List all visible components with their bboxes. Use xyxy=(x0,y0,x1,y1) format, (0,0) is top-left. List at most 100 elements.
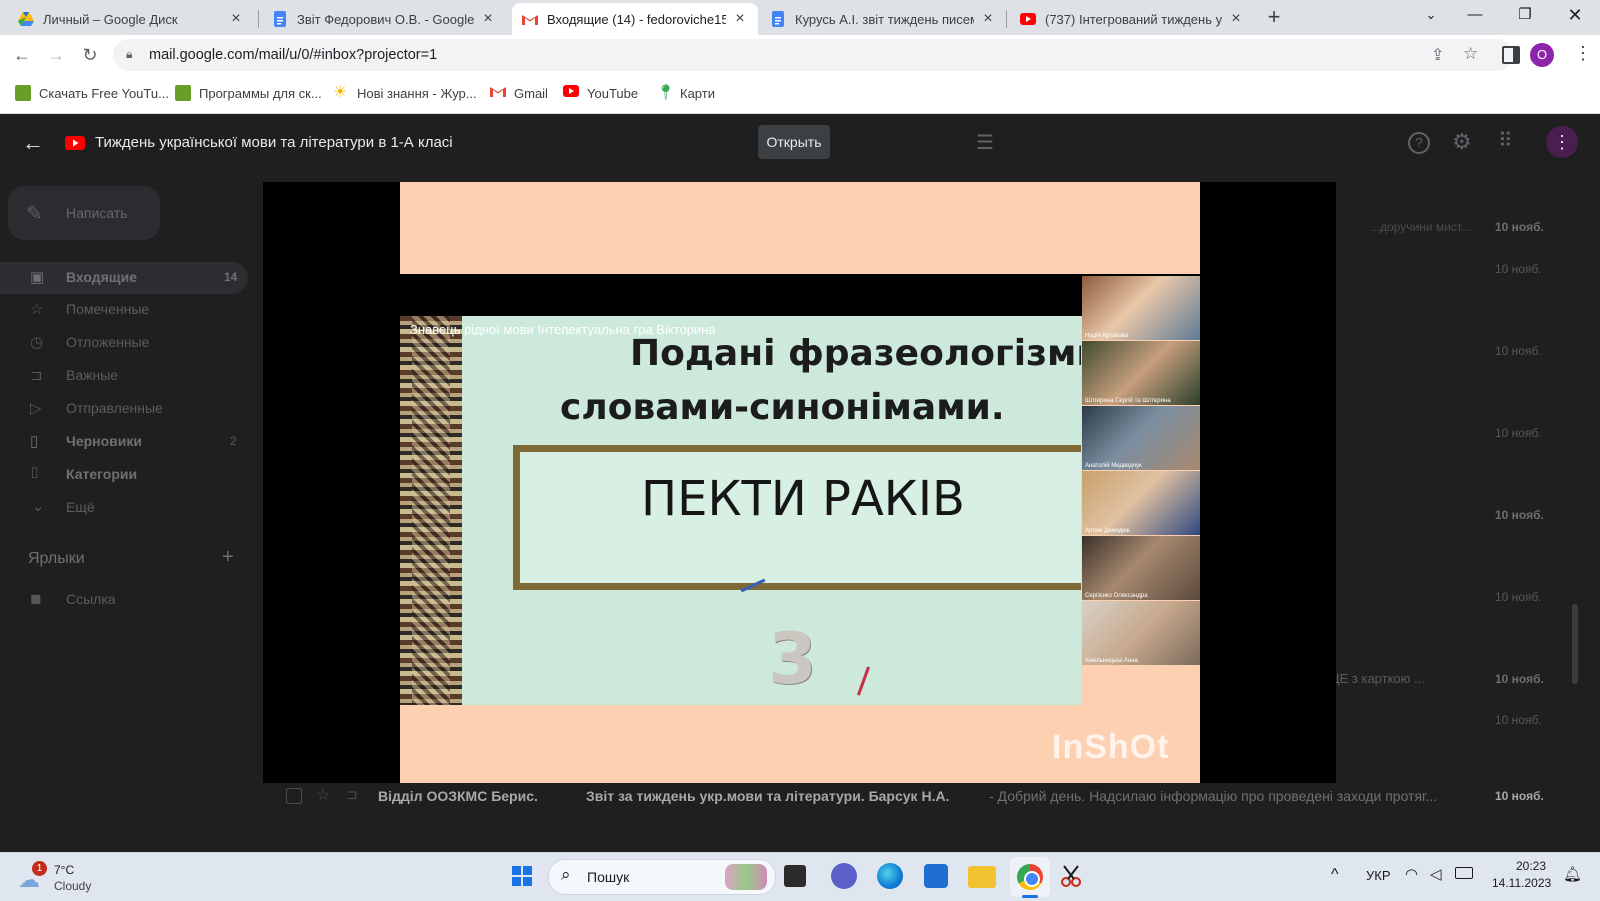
sidebar-item-snoozed[interactable]: ◷ Отложенные xyxy=(0,327,248,359)
more-options-icon[interactable]: ⋮ xyxy=(1546,126,1578,158)
battery-icon[interactable] xyxy=(1455,867,1473,879)
side-panel-icon[interactable] xyxy=(1502,46,1520,64)
google-docs-icon xyxy=(770,11,786,27)
gmail-icon xyxy=(522,11,538,27)
back-button[interactable]: ← xyxy=(10,43,34,67)
clock-date[interactable]: 14.11.2023 xyxy=(1492,876,1551,890)
tab-separator xyxy=(258,10,259,28)
edge-icon[interactable] xyxy=(877,863,903,889)
sidebar-item-drafts[interactable]: ▯ Черновики 2 xyxy=(0,426,248,458)
google-docs-icon xyxy=(272,11,288,27)
close-window-button[interactable]: ✕ xyxy=(1552,0,1598,32)
bookmark-star-icon[interactable]: ☆ xyxy=(1463,44,1478,64)
bookmark-free-youtube[interactable]: Скачать Free YouTu... xyxy=(15,85,169,101)
bookmark-youtube[interactable]: YouTube xyxy=(563,85,638,101)
phrase-text: ПЕКТИ РАКІВ xyxy=(641,471,965,527)
reload-button[interactable]: ↻ xyxy=(78,43,102,67)
sidebar-item-important[interactable]: ⊐ Важные xyxy=(0,360,248,392)
volume-icon[interactable]: ◁ xyxy=(1430,865,1442,883)
restore-button[interactable]: ❐ xyxy=(1502,0,1548,32)
language-indicator[interactable]: УКР xyxy=(1366,868,1391,883)
file-explorer-icon[interactable] xyxy=(968,866,996,888)
windows-taskbar: ☁ 1 7°C Cloudy ⌕ Пошук ^ УКР ◠ ◁ 20:23 1… xyxy=(0,852,1600,901)
important-icon[interactable]: ⊐ xyxy=(346,786,358,803)
close-tab-icon[interactable]: × xyxy=(1228,10,1244,28)
participant-thumbnail: Сергієнко Олександра xyxy=(1082,536,1200,600)
google-drive-icon xyxy=(18,11,34,27)
notification-bell-icon[interactable]: 🔔︎ xyxy=(1563,865,1582,883)
microsoft-store-icon[interactable] xyxy=(924,864,948,888)
tab-gmail-inbox[interactable]: Входящие (14) - fedoroviche157 × xyxy=(512,3,758,35)
chrome-menu-icon[interactable]: ⋮ xyxy=(1574,43,1592,64)
lock-icon: 🔒︎ xyxy=(126,47,133,61)
apps-grid-icon[interactable]: ⠿ xyxy=(1498,128,1513,153)
weather-widget[interactable]: ☁ 1 7°C Cloudy xyxy=(14,861,124,895)
chevron-up-icon[interactable]: ^ xyxy=(1331,866,1339,884)
bookmark-maps[interactable]: 📍︎ Карти xyxy=(656,85,715,101)
active-indicator xyxy=(1022,895,1038,898)
help-icon[interactable]: ? xyxy=(1408,132,1430,154)
sidebar-item-starred[interactable]: ☆ Помеченные xyxy=(0,294,248,326)
bookmark-novi-znannia[interactable]: ☀ Нові знання - Жур... xyxy=(333,85,477,101)
sidebar-item-sent[interactable]: ▷ Отправленные xyxy=(0,393,248,425)
chevron-down-icon: ⌄ xyxy=(32,498,45,515)
filter-icon[interactable]: ☰ xyxy=(976,130,994,155)
close-tab-icon[interactable]: × xyxy=(732,10,748,28)
compose-button[interactable]: ✎ Написать xyxy=(8,186,160,240)
weather-badge: 1 xyxy=(32,861,47,876)
bookmarks-bar: Скачать Free YouTu... Программы для ск..… xyxy=(0,75,1600,114)
inshot-watermark: InShOt xyxy=(1052,728,1170,766)
star-icon[interactable]: ☆ xyxy=(316,785,330,805)
slide-title: Подані фразеологізми зам словами-синонім… xyxy=(400,327,1081,435)
add-label-icon[interactable]: + xyxy=(222,546,234,569)
gear-icon[interactable]: ⚙ xyxy=(1452,129,1472,155)
task-view-icon[interactable] xyxy=(784,865,806,887)
pencil-icon: ✎ xyxy=(26,203,43,225)
bookmark-programs[interactable]: Программы для ск... xyxy=(175,85,322,101)
scrollbar[interactable] xyxy=(1572,604,1578,684)
star-icon: ☆ xyxy=(30,301,44,318)
wifi-icon[interactable]: ◠ xyxy=(1405,865,1418,883)
tab-google-drive[interactable]: Личный – Google Диск × xyxy=(8,3,254,35)
teams-chat-icon[interactable] xyxy=(831,863,857,889)
profile-avatar[interactable]: O xyxy=(1530,43,1554,67)
confetti-mark xyxy=(856,666,871,696)
open-button[interactable]: Открыть xyxy=(758,125,830,159)
close-tab-icon[interactable]: × xyxy=(228,10,244,28)
forward-button[interactable]: → xyxy=(44,43,68,67)
minimize-button[interactable]: — xyxy=(1452,0,1498,32)
send-icon: ▷ xyxy=(30,400,42,417)
url-text: mail.google.com/mail/u/0/#inbox?projecto… xyxy=(149,47,438,63)
taskbar-search[interactable]: ⌕ Пошук xyxy=(548,859,776,895)
participant-thumbnail: Артем Демидюк xyxy=(1082,471,1200,535)
slide-title-line2: словами-синонімами. xyxy=(560,387,1005,428)
address-bar[interactable]: 🔒︎ mail.google.com/mail/u/0/#inbox?proje… xyxy=(113,39,1513,71)
back-arrow-icon[interactable]: ← xyxy=(22,130,44,156)
close-tab-icon[interactable]: × xyxy=(980,10,996,28)
tab-report-fedorovych[interactable]: Звіт Федорович О.В. - Google Д × xyxy=(262,3,506,35)
email-row[interactable]: ☆ ⊐ Відділ ООЗКМС Берис. Звіт за тиждень… xyxy=(260,778,1560,814)
snipping-tool-icon[interactable] xyxy=(1058,863,1084,889)
tab-kurus-report[interactable]: Курусь А.І. звіт тиждень писемн × xyxy=(760,3,1006,35)
clock-time[interactable]: 20:23 xyxy=(1516,859,1546,873)
maps-pin-icon: 📍︎ xyxy=(656,84,676,101)
row-checkbox[interactable] xyxy=(286,788,302,804)
video-caption: Знавець рідної мови Інтелектуальна гра В… xyxy=(410,322,716,337)
chrome-taskbar-button[interactable] xyxy=(1010,857,1050,898)
sidebar-item-inbox[interactable]: ▣ Входящие 14 xyxy=(0,262,248,294)
sidebar-label-link[interactable]: ◼ Ссылка xyxy=(0,584,248,616)
windows-start-icon[interactable] xyxy=(507,861,537,891)
share-icon[interactable]: ⇪ xyxy=(1431,45,1444,65)
tab-search-icon[interactable]: ⌄ xyxy=(1408,0,1454,32)
sidebar-item-more[interactable]: ⌄ Ещё xyxy=(0,492,248,524)
sidebar-item-categories[interactable]: ⌷ Категории xyxy=(0,459,248,491)
frame-black-band xyxy=(400,274,1200,316)
bookmark-gmail[interactable]: Gmail xyxy=(490,85,548,101)
youtube-icon xyxy=(1020,11,1036,27)
tab-youtube-video[interactable]: (737) Інтегрований тиждень укр × xyxy=(1010,3,1254,35)
tab-strip: Личный – Google Диск × Звіт Федорович О.… xyxy=(0,0,1600,35)
new-tab-button[interactable]: + xyxy=(1262,6,1286,30)
close-tab-icon[interactable]: × xyxy=(480,10,496,28)
bookmark-download-icon xyxy=(175,85,191,101)
participant-thumbnail: Анатолій Медведчук xyxy=(1082,406,1200,470)
